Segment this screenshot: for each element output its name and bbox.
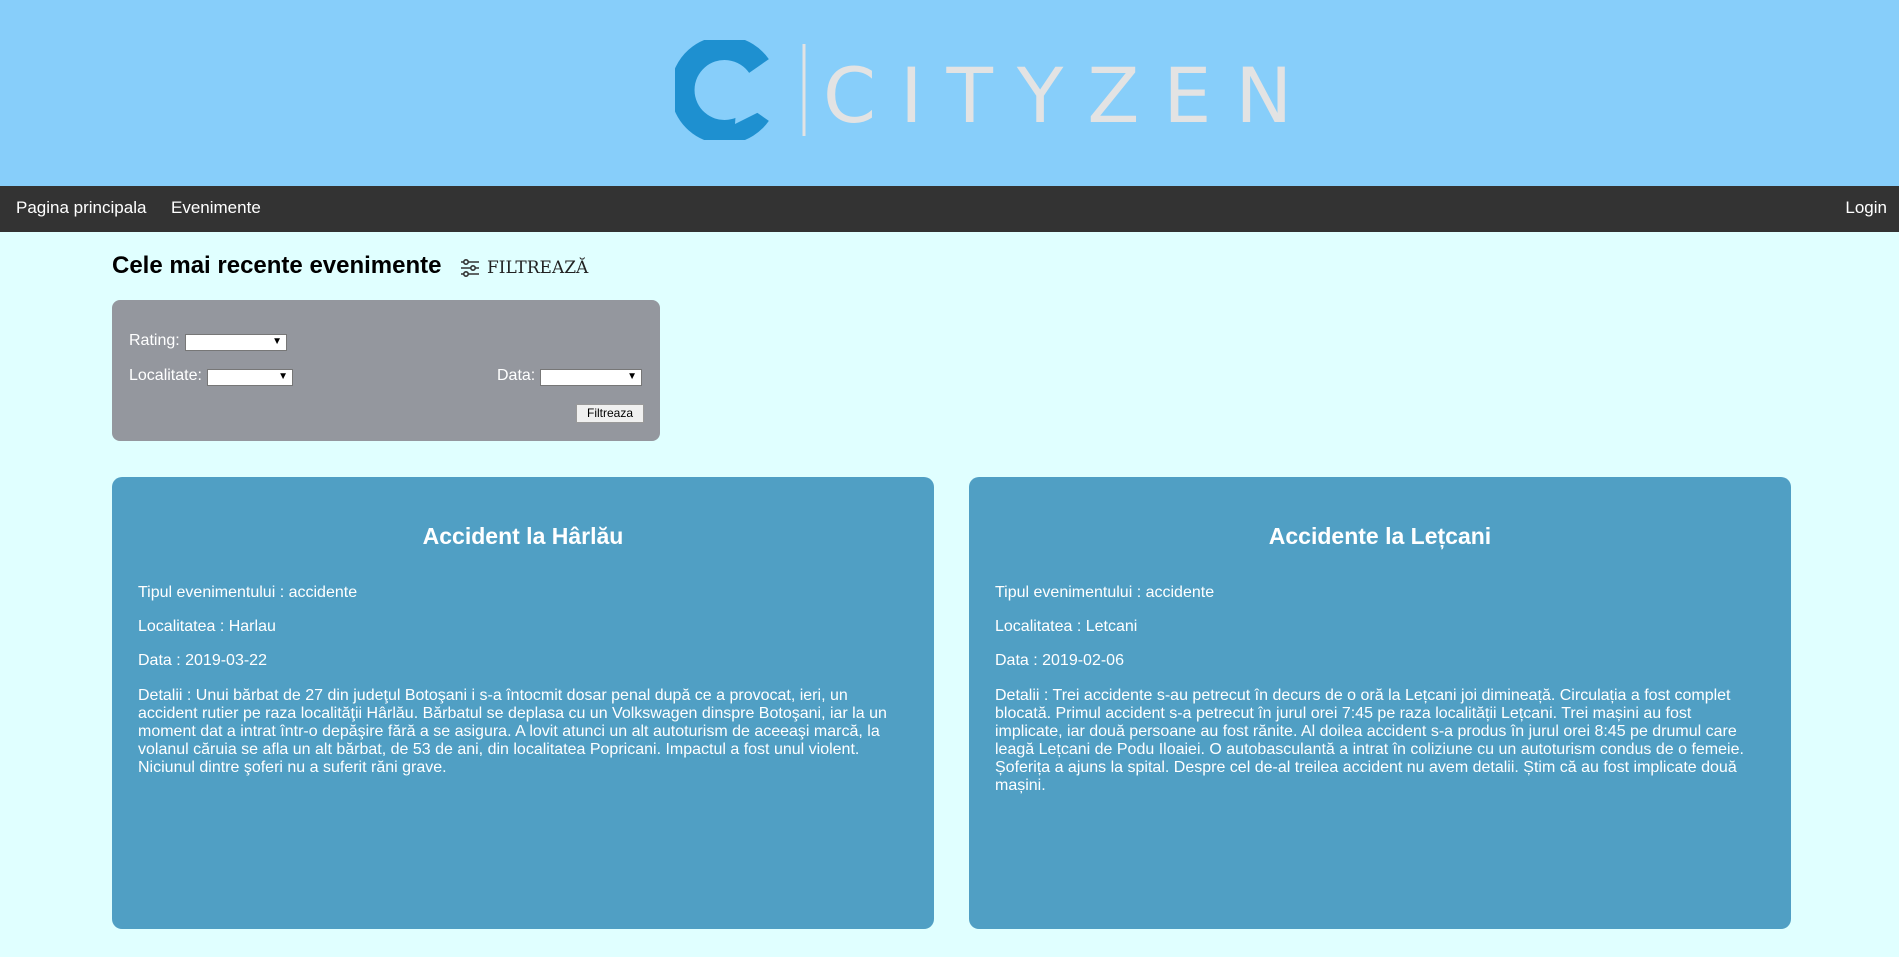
brand-name: CITYZEN: [823, 51, 1317, 140]
page-title: Cele mai recente evenimente: [112, 252, 442, 279]
filter-toggle-label: FILTREAZĂ: [487, 258, 589, 278]
cityzen-logo-icon: [675, 40, 806, 140]
sliders-icon: [461, 258, 479, 278]
nav-events[interactable]: Evenimente: [171, 186, 261, 232]
nav-login[interactable]: Login: [1845, 186, 1887, 232]
event-type: Tipul evenimentului : accidente: [995, 584, 1215, 601]
event-card[interactable]: Accidente la Lețcani Tipul evenimentului…: [969, 477, 1791, 929]
event-date: Data : 2019-02-06: [995, 652, 1124, 669]
event-title: Accidente la Lețcani: [1268, 523, 1492, 549]
dropdown-arrow-icon: ▼: [278, 371, 288, 382]
data-label: Data:: [497, 367, 536, 384]
localitate-select[interactable]: ▼: [207, 369, 293, 386]
event-date: Data : 2019-03-22: [138, 652, 267, 669]
localitate-label: Localitate:: [129, 367, 202, 384]
event-location: Localitatea : Letcani: [995, 618, 1138, 635]
rating-select[interactable]: ▼: [185, 334, 287, 351]
event-card[interactable]: Accident la Hârlău Tipul evenimentului :…: [112, 477, 934, 929]
nav-home[interactable]: Pagina principala: [16, 186, 146, 232]
event-location: Localitatea : Harlau: [138, 618, 276, 635]
dropdown-arrow-icon: ▼: [627, 371, 637, 382]
filter-panel: Rating: ▼ Localitate: ▼ Data: ▼ Filtreaz…: [112, 300, 660, 441]
event-details: Detalii : Unui bărbat de 27 din judeţul …: [138, 687, 887, 776]
event-title: Accident la Hârlău: [422, 523, 624, 549]
event-type: Tipul evenimentului : accidente: [138, 584, 358, 601]
dropdown-arrow-icon: ▼: [272, 336, 282, 347]
header: CITYZEN: [0, 0, 1899, 186]
data-select[interactable]: ▼: [540, 369, 642, 386]
logo[interactable]: CITYZEN: [675, 40, 1292, 140]
event-details: Detalii : Trei accidente s-au petrecut î…: [995, 687, 1744, 794]
top-nav: Pagina principala Evenimente Login: [0, 186, 1899, 232]
rating-label: Rating:: [129, 332, 180, 349]
filter-submit-button[interactable]: Filtreaza: [576, 404, 644, 423]
